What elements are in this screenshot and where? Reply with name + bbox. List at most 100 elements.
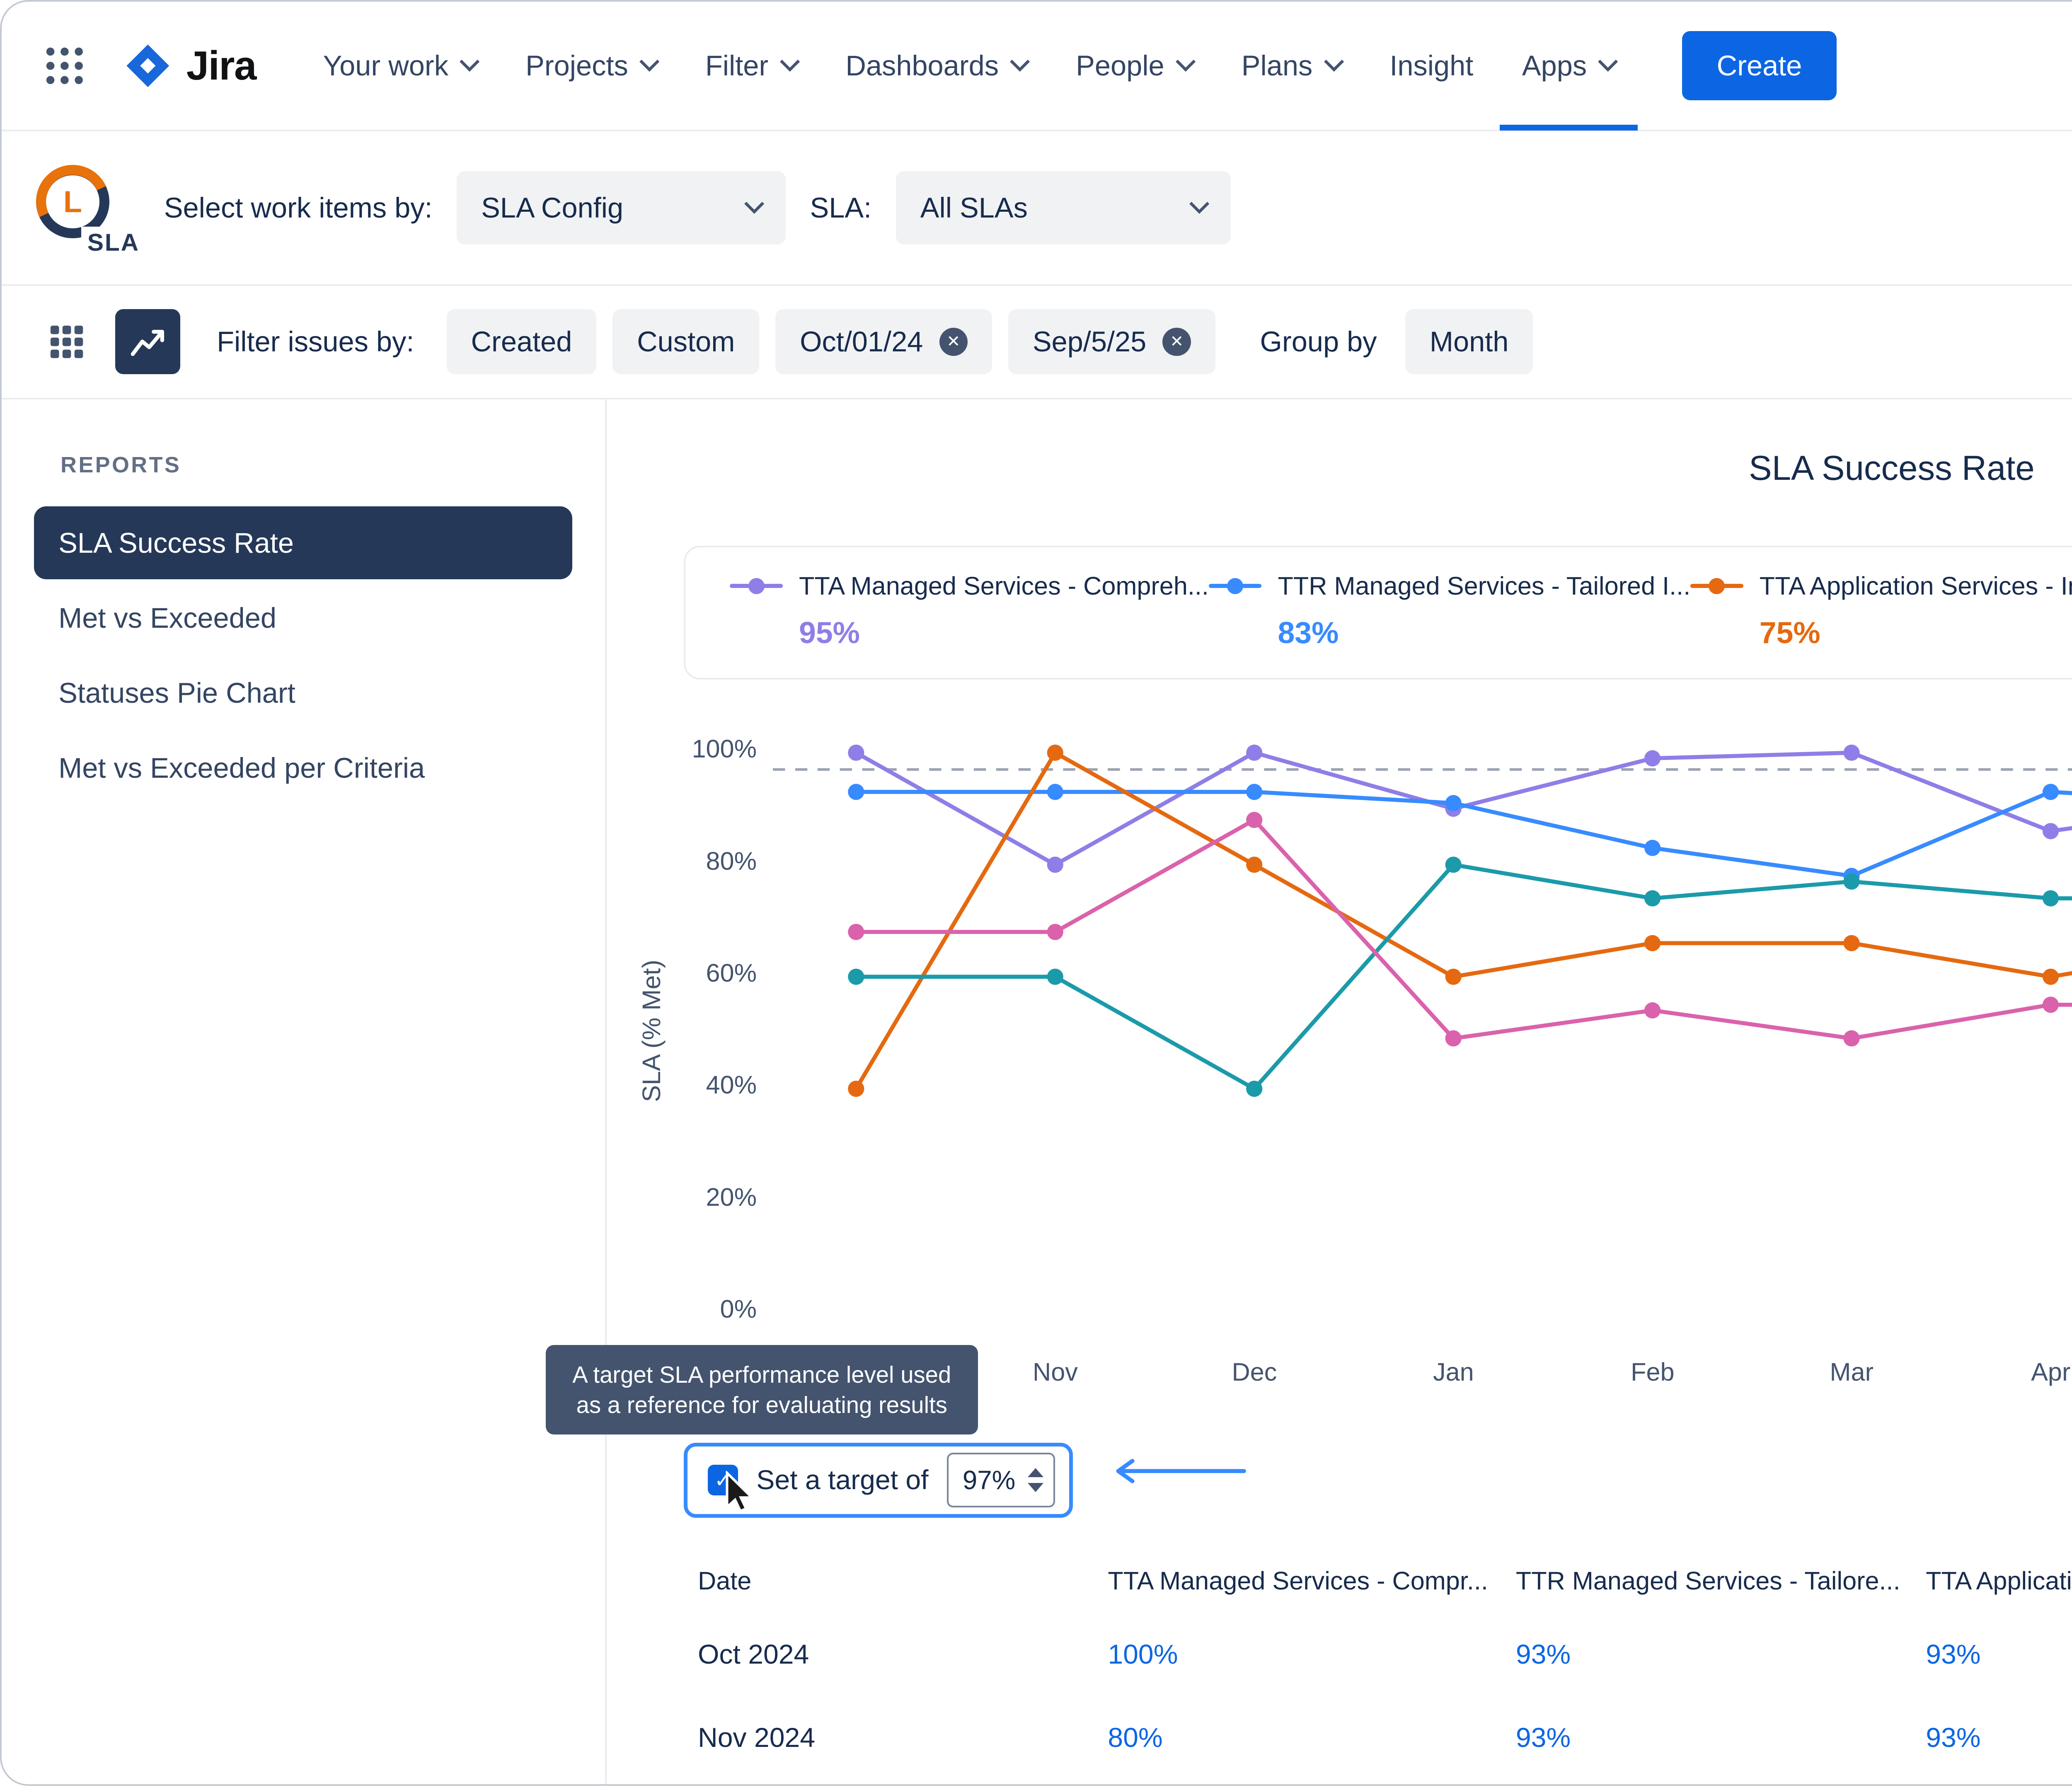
data-point[interactable] xyxy=(1047,745,1063,761)
table-row: Nov 2024 80% 93% 93% 100% 60% xyxy=(698,1696,2072,1780)
series-summary-value: 75% xyxy=(1760,615,2072,650)
chip-created[interactable]: Created xyxy=(447,309,596,374)
value-cell: 93% xyxy=(1926,1639,2072,1670)
sidebar-item-sla-success-rate[interactable]: SLA Success Rate xyxy=(34,506,572,579)
data-point[interactable] xyxy=(1844,1030,1860,1046)
data-point[interactable] xyxy=(1644,750,1661,766)
chevron-down-icon xyxy=(1598,52,1618,72)
data-point[interactable] xyxy=(2043,823,2059,839)
data-point[interactable] xyxy=(1445,968,1462,984)
legend-item[interactable]: TTR Managed Services - Tailored I... 83% xyxy=(1209,571,1690,653)
data-point[interactable] xyxy=(1047,924,1063,940)
data-point[interactable] xyxy=(1047,784,1063,800)
column-header: TTA Application Services - Inno... xyxy=(1926,1566,2072,1595)
chip-end-date[interactable]: Sep/5/25 xyxy=(1008,309,1215,374)
chevron-down-icon xyxy=(639,52,659,72)
sla-app-header: L SLA Select work items by: SLA Config S… xyxy=(2,131,2072,285)
nav-item-insight[interactable]: Insight xyxy=(1367,1,1496,131)
data-point[interactable] xyxy=(848,784,864,800)
spinner-down-icon[interactable] xyxy=(1028,1483,1043,1492)
select-work-items-label: Select work items by: xyxy=(164,191,433,224)
chart-view-button[interactable] xyxy=(115,309,180,374)
target-value-input[interactable] xyxy=(963,1465,1019,1495)
app-switcher-icon xyxy=(42,44,87,88)
x-axis-tick: Jan xyxy=(1389,1357,1518,1386)
legend-item[interactable]: TTA Managed Services - Compreh... 95% xyxy=(730,571,1208,653)
date-cell: Oct 2024 xyxy=(698,1639,1108,1670)
data-point[interactable] xyxy=(1047,856,1063,873)
chip-custom[interactable]: Custom xyxy=(612,309,759,374)
data-point[interactable] xyxy=(2043,784,2059,800)
data-point[interactable] xyxy=(1844,935,1860,951)
data-point[interactable] xyxy=(1246,784,1262,800)
spinner-arrows[interactable] xyxy=(1028,1468,1043,1492)
series-summary-value: 83% xyxy=(1278,615,1690,650)
data-point[interactable] xyxy=(1644,839,1661,856)
data-point[interactable] xyxy=(1644,935,1661,951)
nav-item-your-work[interactable]: Your work xyxy=(301,1,499,131)
remove-chip-icon[interactable] xyxy=(939,328,968,356)
data-point[interactable] xyxy=(1844,745,1860,761)
x-axis-tick: Feb xyxy=(1588,1357,1717,1386)
data-point[interactable] xyxy=(1445,795,1462,811)
data-point[interactable] xyxy=(1246,745,1262,761)
group-by-label: Group by xyxy=(1260,325,1377,358)
data-point[interactable] xyxy=(1246,856,1262,873)
data-point[interactable] xyxy=(848,968,864,984)
date-cell: Nov 2024 xyxy=(698,1722,1108,1754)
series-marker-icon xyxy=(730,578,782,594)
data-point[interactable] xyxy=(848,924,864,940)
legend-item[interactable]: TTA Application Services - Innova... 75% xyxy=(1690,571,2072,653)
sidebar-item-met-vs-exceeded[interactable]: Met vs Exceeded xyxy=(34,581,572,654)
jira-logo[interactable]: Jira xyxy=(123,41,256,90)
data-point[interactable] xyxy=(1445,856,1462,873)
spinner-up-icon[interactable] xyxy=(1028,1468,1043,1477)
nav-item-projects[interactable]: Projects xyxy=(503,1,679,131)
create-button[interactable]: Create xyxy=(1682,31,1836,100)
data-point[interactable] xyxy=(1844,873,1860,890)
data-point[interactable] xyxy=(848,1081,864,1097)
line-chart: 97% xyxy=(773,724,2072,1333)
nav-item-dashboards[interactable]: Dashboards xyxy=(823,1,1049,131)
data-point[interactable] xyxy=(1246,1081,1262,1097)
top-navbar: Jira Your work Projects Filter Dashboard… xyxy=(2,2,2072,131)
grid-icon xyxy=(48,324,85,360)
data-point[interactable] xyxy=(2043,968,2059,984)
chevron-down-icon xyxy=(779,52,799,72)
data-point[interactable] xyxy=(2043,890,2059,906)
group-by-month-chip[interactable]: Month xyxy=(1405,309,1533,374)
chart-title: SLA Success Rate xyxy=(607,448,2072,488)
sla-dropdown[interactable]: All SLAs xyxy=(896,171,1231,244)
app-switcher-button[interactable] xyxy=(34,35,95,96)
sidebar-item-met-vs-exceeded-per-criteria[interactable]: Met vs Exceeded per Criteria xyxy=(34,731,572,804)
work-items-dropdown[interactable]: SLA Config xyxy=(457,171,785,244)
data-point[interactable] xyxy=(848,745,864,761)
data-point[interactable] xyxy=(1644,1002,1661,1018)
data-point[interactable] xyxy=(2043,997,2059,1013)
grid-view-button[interactable] xyxy=(34,309,99,374)
nav-item-filter[interactable]: Filter xyxy=(683,1,819,131)
nav-item-apps[interactable]: Apps xyxy=(1500,1,1638,131)
data-point[interactable] xyxy=(1246,812,1262,828)
data-point[interactable] xyxy=(1445,1030,1462,1046)
data-point[interactable] xyxy=(1047,968,1063,984)
chart-legend: TTA Managed Services - Compreh... 95% TT… xyxy=(684,546,2072,680)
sla-app-logo: L SLA xyxy=(30,159,140,256)
y-axis-label: SLA (% Met) xyxy=(637,868,666,1193)
sidebar-item-statuses-pie-chart[interactable]: Statuses Pie Chart xyxy=(34,656,572,729)
chevron-down-icon xyxy=(1189,194,1209,214)
sla-label: SLA: xyxy=(810,191,872,224)
data-point[interactable] xyxy=(1644,890,1661,906)
target-spinner[interactable] xyxy=(947,1453,1055,1507)
app-window: Jira Your work Projects Filter Dashboard… xyxy=(0,0,2072,1786)
mouse-cursor-icon xyxy=(724,1471,755,1514)
y-axis-tick: 80% xyxy=(659,847,757,876)
chip-start-date[interactable]: Oct/01/24 xyxy=(775,309,992,374)
target-label: Set a target of xyxy=(756,1464,928,1496)
table-header-row: Date TTA Managed Services - Compr... TTR… xyxy=(698,1548,2072,1613)
remove-chip-icon[interactable] xyxy=(1162,328,1191,356)
sla-logo-text: SLA xyxy=(81,227,140,256)
y-axis-tick: 20% xyxy=(659,1183,757,1212)
nav-item-plans[interactable]: Plans xyxy=(1219,1,1363,131)
nav-item-people[interactable]: People xyxy=(1053,1,1215,131)
